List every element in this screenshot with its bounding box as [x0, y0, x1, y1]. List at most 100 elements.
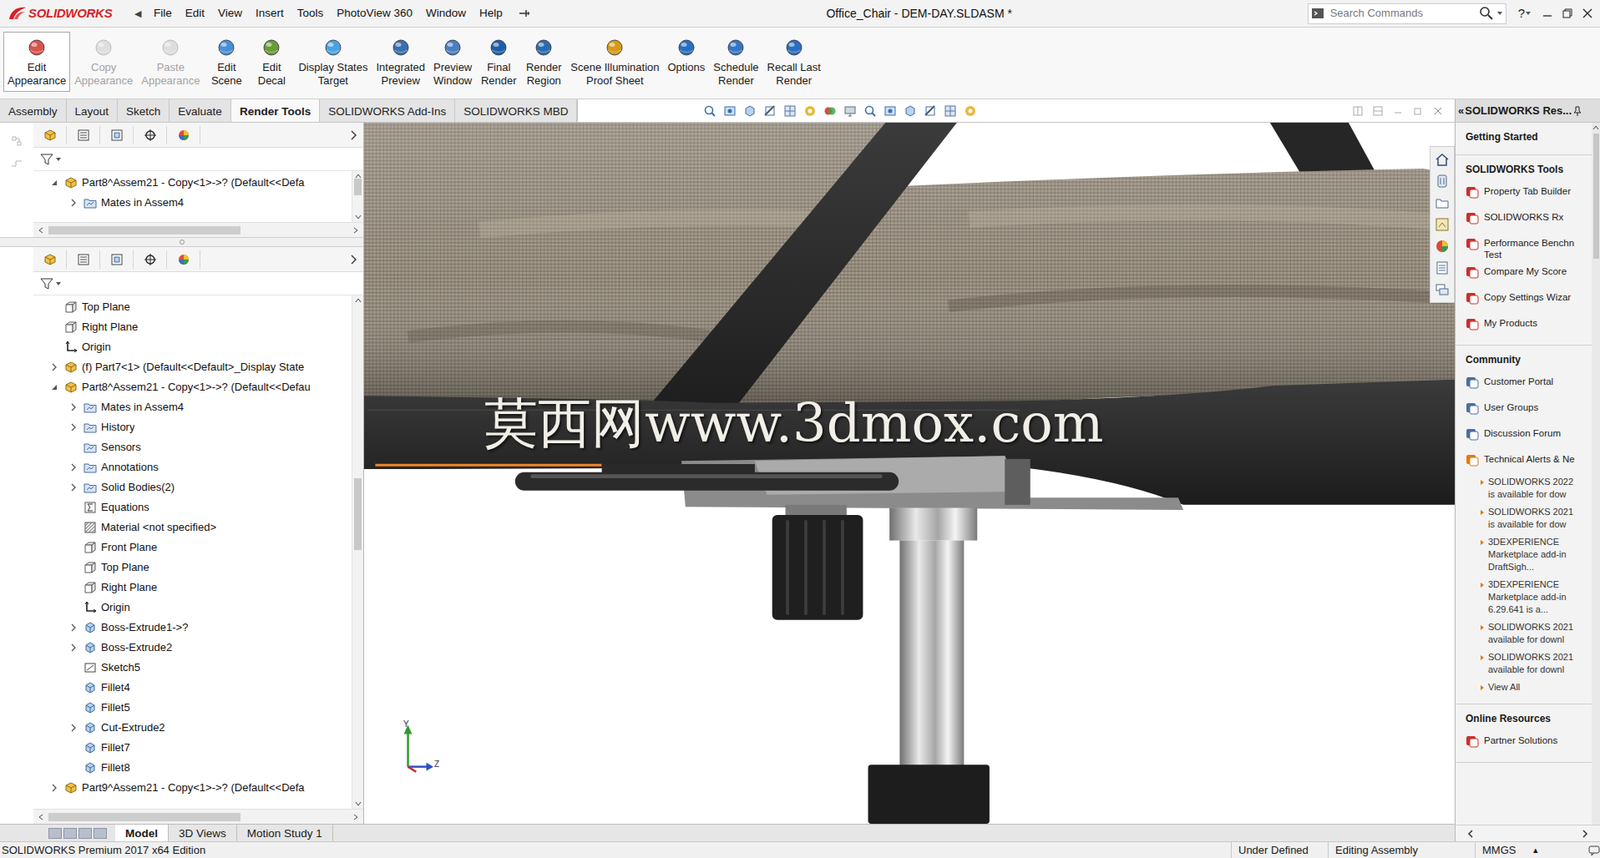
vertical-scrollbar[interactable]	[351, 295, 364, 810]
scroll-right-icon[interactable]	[353, 227, 359, 234]
ribbon-button[interactable]: FinalRender	[475, 31, 522, 92]
file-explorer-icon[interactable]	[1434, 195, 1450, 211]
dropdown-icon[interactable]	[55, 280, 62, 288]
tree-item[interactable]: Boss-Extrude1->?	[33, 617, 352, 638]
tree-item[interactable]: Top Plane	[33, 557, 352, 578]
tree-item[interactable]: Solid Bodies(2)	[33, 477, 352, 498]
tree-item[interactable]: Annotations	[33, 457, 352, 478]
ribbon-button[interactable]: ScheduleRender	[708, 31, 763, 92]
expand-arrow-icon[interactable]	[67, 421, 80, 434]
expand-arrow-icon[interactable]	[48, 782, 61, 795]
ribbon-button[interactable]: IntegratedPreview	[371, 31, 430, 92]
resource-link[interactable]: Property Tab Builder	[1465, 180, 1592, 207]
tree-item[interactable]: Fillet7	[33, 738, 352, 759]
view-tool-icon[interactable]	[923, 104, 937, 118]
tree-item[interactable]: Part9^Assem21 - Copy<1>->? (Default<<Def…	[33, 778, 352, 799]
resource-link[interactable]: SOLIDWORKS Rx	[1465, 206, 1592, 233]
resource-link[interactable]: User Groups	[1465, 396, 1592, 423]
solidworks-logo[interactable]: SOLIDWORKS	[0, 4, 129, 24]
chevron-right-icon[interactable]	[344, 250, 364, 269]
model-tab[interactable]: Model	[115, 825, 169, 842]
expand-arrow-icon[interactable]	[67, 401, 80, 414]
view-tool-icon[interactable]	[723, 104, 737, 118]
expand-arrow-icon[interactable]	[48, 361, 61, 374]
view-palette-icon[interactable]	[1434, 217, 1450, 233]
view-tool-icon[interactable]	[863, 104, 877, 118]
close-icon[interactable]	[1581, 7, 1594, 20]
scroll-down-icon[interactable]	[354, 214, 362, 220]
view-tool-icon[interactable]	[843, 104, 857, 118]
back-icon[interactable]	[1467, 830, 1474, 839]
view-all-link[interactable]: View All	[1465, 679, 1592, 698]
resource-link[interactable]: Partner Solutions	[1465, 729, 1592, 756]
tree-item[interactable]: Fillet8	[33, 758, 352, 779]
dimxpert-icon[interactable]	[133, 126, 168, 145]
ribbon-button[interactable]: PreviewWindow	[429, 31, 476, 92]
scroll-thumb[interactable]	[354, 178, 362, 196]
tree-item[interactable]: Boss-Extrude2	[33, 637, 352, 659]
menu-item[interactable]: Edit	[178, 3, 212, 24]
splitter-grip[interactable]	[179, 239, 185, 245]
split-icon[interactable]	[1372, 106, 1383, 117]
chair-render[interactable]	[364, 122, 1455, 825]
command-tab[interactable]: Layout	[66, 99, 119, 122]
command-tab[interactable]: Assembly	[0, 99, 67, 122]
tree-item[interactable]: Origin	[33, 337, 352, 358]
command-tab[interactable]: SOLIDWORKS MBD	[455, 99, 578, 122]
status-field[interactable]: MMGS	[1474, 842, 1534, 858]
expand-arrow-icon[interactable]	[67, 642, 80, 654]
tree-item[interactable]: Mates in Assem4	[33, 397, 352, 418]
tree-item[interactable]: Right Plane	[33, 577, 352, 598]
ribbon-button[interactable]: EditDecal	[248, 31, 294, 92]
flyout-icon[interactable]	[10, 134, 24, 148]
resource-link[interactable]: Copy Settings Wizar	[1465, 286, 1592, 313]
command-tab[interactable]: SOLIDWORKS Add-Ins	[319, 99, 456, 122]
horizontal-scrollbar[interactable]	[33, 222, 364, 238]
model-tab[interactable]: 3D Views	[168, 825, 238, 842]
tree-item[interactable]: Origin	[33, 597, 352, 618]
collapse-button[interactable]: «	[1458, 102, 1464, 120]
appearances-icon[interactable]	[1434, 238, 1450, 254]
home-icon[interactable]	[1434, 151, 1450, 168]
property-manager-icon[interactable]	[66, 250, 101, 269]
tree-item[interactable]: Front Plane	[33, 537, 352, 558]
resource-link[interactable]: My Products	[1465, 312, 1592, 339]
command-tab[interactable]: Render Tools	[231, 99, 320, 122]
tab-scroll-button[interactable]	[93, 828, 107, 840]
view-tool-icon[interactable]	[943, 104, 957, 118]
forum-icon[interactable]	[1434, 282, 1450, 298]
expand-arrow-icon[interactable]	[67, 481, 80, 494]
tree-item[interactable]: Top Plane	[33, 297, 352, 318]
scroll-thumb[interactable]	[354, 478, 362, 551]
tree-item[interactable]: Material <not specified>	[33, 517, 352, 538]
menu-item[interactable]: File	[146, 3, 179, 24]
tree-item[interactable]: Part8^Assem21 - Copy<1>->? (Default<<Def…	[33, 377, 352, 398]
model-tab[interactable]: Motion Study 1	[237, 825, 334, 842]
configuration-manager-icon[interactable]	[100, 126, 134, 145]
dimxpert-icon[interactable]	[133, 250, 168, 269]
tree-item[interactable]: Mates in Assem4	[33, 192, 352, 213]
chevron-right-icon[interactable]	[344, 126, 364, 145]
feature-manager-icon[interactable]	[33, 126, 67, 145]
tree-item[interactable]: Cut-Extrude2	[33, 718, 352, 739]
menu-item[interactable]: View	[211, 3, 249, 24]
menu-item[interactable]: Window	[419, 3, 473, 24]
forward-icon[interactable]	[1581, 830, 1589, 839]
ribbon-button[interactable]: Scene IlluminationProof Sheet	[566, 31, 664, 92]
chat-icon[interactable]	[1588, 845, 1600, 857]
resource-link[interactable]: Performance BenchnTest	[1465, 232, 1592, 261]
pane-splitter[interactable]	[0, 237, 364, 248]
view-tool-icon[interactable]	[763, 104, 777, 118]
resource-link[interactable]: Technical Alerts & Ne	[1465, 448, 1592, 475]
scroll-left-icon[interactable]	[38, 814, 44, 821]
scroll-up-icon[interactable]	[354, 298, 362, 304]
filter-icon[interactable]	[40, 277, 54, 291]
expand-arrow-icon[interactable]	[67, 722, 80, 735]
menu-item[interactable]: Help	[472, 3, 510, 24]
tree-item[interactable]: Sensors	[33, 437, 352, 458]
command-tab[interactable]: Sketch	[117, 99, 170, 122]
magnifier-icon[interactable]	[1478, 5, 1494, 21]
feature-manager-icon[interactable]	[33, 250, 67, 269]
view-tool-icon[interactable]	[903, 104, 917, 118]
pin-icon[interactable]	[1572, 106, 1583, 117]
